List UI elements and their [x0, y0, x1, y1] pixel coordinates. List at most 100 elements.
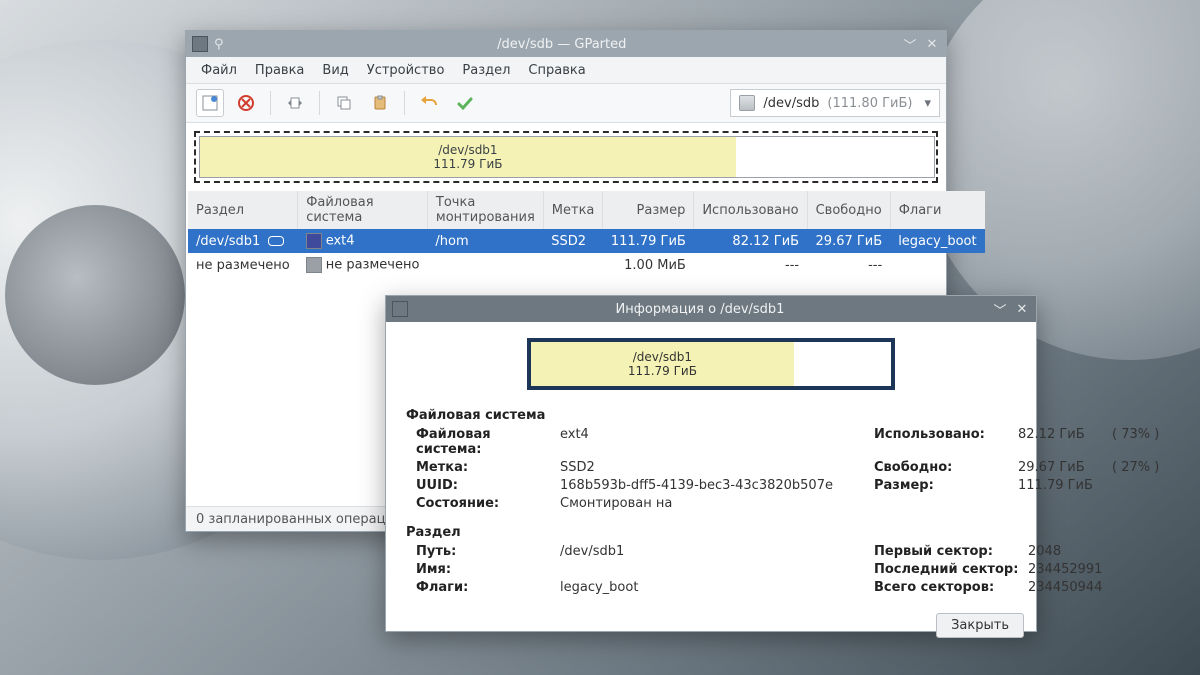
table-header-row: Раздел Файловая система Точка монтирован… [188, 191, 985, 229]
separator [319, 91, 320, 115]
usage-value: 82.12 ГиБ [1018, 427, 1108, 457]
fs-value: ext4 [560, 427, 860, 457]
pin-icon[interactable]: ⚲ [214, 37, 224, 52]
device-size: (111.80 ГиБ) [827, 96, 912, 111]
table-row[interactable]: не размеченоне размечено1.00 МиБ------ [188, 253, 985, 277]
col-fs[interactable]: Файловая система [298, 191, 428, 229]
cell-free: 29.67 ГиБ [807, 229, 890, 253]
part-value [560, 562, 860, 577]
new-partition-button[interactable] [196, 89, 224, 117]
menu-device[interactable]: Устройство [358, 60, 454, 81]
disk-map-free [736, 137, 934, 177]
dialog-map-used: /dev/sdb1 111.79 ГиБ [531, 342, 794, 386]
resize-move-button[interactable] [281, 89, 309, 117]
dialog-body: /dev/sdb1 111.79 ГиБ Файловая система Фа… [386, 322, 1036, 605]
cell-size: 111.79 ГиБ [603, 229, 694, 253]
minimize-button[interactable]: ﹀ [902, 36, 918, 52]
fs-swatch [306, 233, 322, 249]
delete-partition-button[interactable] [232, 89, 260, 117]
partition-info-dialog: Информация о /dev/sdb1 ﹀ ✕ /dev/sdb1 111… [385, 295, 1037, 632]
apply-button[interactable] [451, 89, 479, 117]
cell-partition: /dev/sdb1 [188, 229, 298, 253]
menu-edit[interactable]: Правка [246, 60, 313, 81]
col-mount[interactable]: Точка монтирования [427, 191, 543, 229]
undo-button[interactable] [415, 89, 443, 117]
table-row[interactable]: /dev/sdb1ext4/homSSD2111.79 ГиБ82.12 ГиБ… [188, 229, 985, 253]
menu-help[interactable]: Справка [519, 60, 594, 81]
sector-key: Последний сектор: [864, 562, 1024, 577]
col-free[interactable]: Свободно [807, 191, 890, 229]
fs-key: Файловая система: [406, 427, 556, 457]
col-used[interactable]: Использовано [694, 191, 807, 229]
fs-key: Метка: [406, 460, 556, 475]
cell-fs: ext4 [298, 229, 428, 253]
dialog-title: Информация о /dev/sdb1 [414, 302, 986, 317]
cell-used: 82.12 ГиБ [694, 229, 807, 253]
cell-fs: не размечено [298, 253, 428, 277]
usage-key: Свободно: [864, 460, 1014, 475]
app-icon [392, 301, 408, 317]
disk-map-label: /dev/sdb1 [438, 143, 497, 157]
disk-map[interactable]: /dev/sdb1 111.79 ГиБ [194, 131, 938, 183]
close-button[interactable]: ✕ [924, 36, 940, 52]
disk-map-size: 111.79 ГиБ [433, 157, 502, 171]
device-name: /dev/sdb [763, 96, 819, 111]
fs-value: Смонтирован на [560, 496, 860, 511]
dialog-titlebar[interactable]: Информация о /dev/sdb1 ﹀ ✕ [386, 296, 1036, 322]
col-label[interactable]: Метка [543, 191, 603, 229]
cell-free: --- [807, 253, 890, 277]
device-selector[interactable]: /dev/sdb (111.80 ГиБ) ▾ [730, 89, 940, 117]
dialog-button-row: Закрыть [386, 605, 1036, 650]
usage-pct [1112, 496, 1162, 511]
cell-partition: не размечено [188, 253, 298, 277]
fs-swatch [306, 257, 322, 273]
cell-used: --- [694, 253, 807, 277]
usage-value: 111.79 ГиБ [1018, 478, 1108, 493]
part-value: /dev/sdb1 [560, 544, 860, 559]
sector-key: Всего секторов: [864, 580, 1024, 595]
cell-flags: legacy_boot [890, 229, 984, 253]
fs-key: Состояние: [406, 496, 556, 511]
cell-mount: /hom [427, 229, 543, 253]
menu-file[interactable]: Файл [192, 60, 246, 81]
usage-key: Использовано: [864, 427, 1014, 457]
part-key: Имя: [406, 562, 556, 577]
dialog-disk-map: /dev/sdb1 111.79 ГиБ [527, 338, 895, 390]
disk-icon [739, 95, 755, 111]
usage-key [864, 496, 1014, 511]
part-key: Флаги: [406, 580, 556, 595]
cell-label: SSD2 [543, 229, 603, 253]
minimize-button[interactable]: ﹀ [992, 301, 1008, 317]
part-grid: Путь:/dev/sdb1Первый сектор:2048Имя:Посл… [406, 544, 1016, 595]
cell-flags [890, 253, 984, 277]
toolbar: /dev/sdb (111.80 ГиБ) ▾ [186, 84, 946, 123]
fs-grid: Файловая система:ext4Использовано:82.12 … [406, 427, 1016, 511]
app-icon [192, 36, 208, 52]
separator [404, 91, 405, 115]
separator [270, 91, 271, 115]
col-size[interactable]: Размер [603, 191, 694, 229]
part-section-header: Раздел [406, 525, 1016, 540]
paste-button[interactable] [366, 89, 394, 117]
usage-pct [1112, 478, 1162, 493]
background-art [5, 205, 185, 385]
key-icon [268, 236, 284, 246]
close-button[interactable]: ✕ [1014, 301, 1030, 317]
close-dialog-button[interactable]: Закрыть [936, 613, 1024, 638]
dialog-map-free [794, 342, 891, 386]
menu-view[interactable]: Вид [313, 60, 357, 81]
dialog-map-label: /dev/sdb1 [633, 350, 692, 364]
col-partition[interactable]: Раздел [188, 191, 298, 229]
usage-value: 29.67 ГиБ [1018, 460, 1108, 475]
copy-button[interactable] [330, 89, 358, 117]
menu-partition[interactable]: Раздел [453, 60, 519, 81]
menubar: Файл Правка Вид Устройство Раздел Справк… [186, 57, 946, 84]
cell-size: 1.00 МиБ [603, 253, 694, 277]
partition-table: Раздел Файловая система Точка монтирован… [188, 191, 985, 277]
titlebar[interactable]: ⚲ /dev/sdb — GParted ﹀ ✕ [186, 31, 946, 57]
part-value: legacy_boot [560, 580, 860, 595]
disk-map-used: /dev/sdb1 111.79 ГиБ [200, 137, 736, 177]
part-key: Путь: [406, 544, 556, 559]
cell-label [543, 253, 603, 277]
col-flags[interactable]: Флаги [890, 191, 984, 229]
